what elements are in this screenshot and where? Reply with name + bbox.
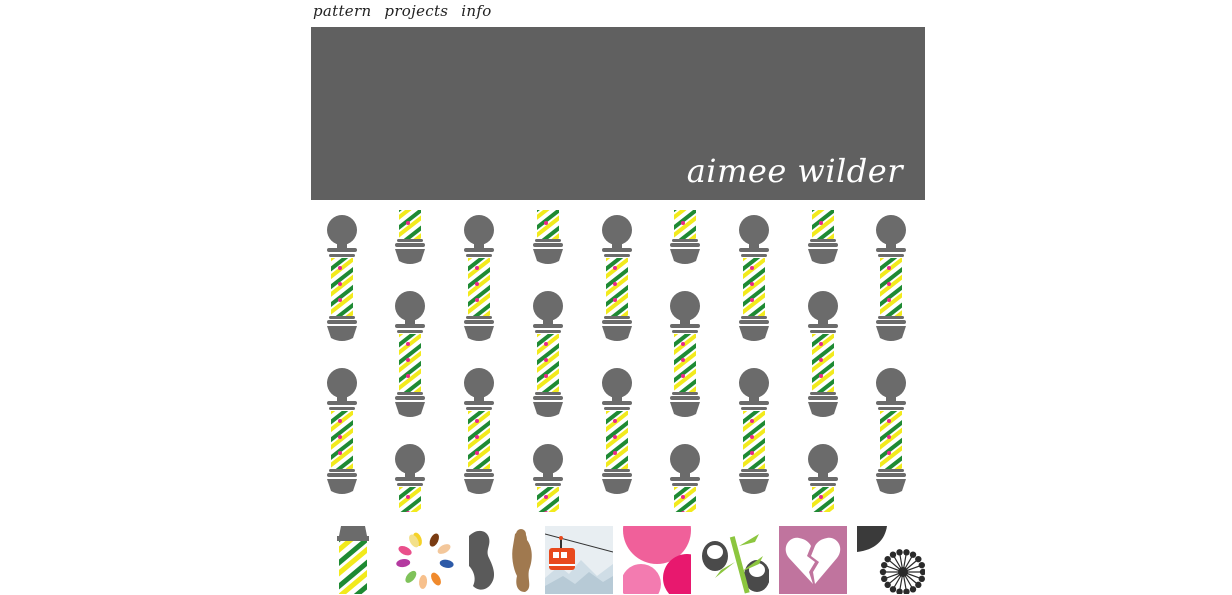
dandelion-thumb-icon[interactable]: [857, 526, 925, 594]
broken-heart-thumb-icon[interactable]: [779, 526, 847, 594]
petal-burst-thumb-icon[interactable]: [389, 526, 457, 594]
barber-pole-thumb-icon[interactable]: [311, 526, 379, 594]
pattern-illustration: [327, 210, 906, 512]
panda-bamboo-thumb-icon[interactable]: [701, 526, 769, 594]
nav-projects-link[interactable]: projects: [384, 2, 448, 24]
site-title[interactable]: aimee wilder: [687, 152, 903, 190]
barber-pole-icon: [876, 215, 906, 341]
figures-thumb-icon[interactable]: [467, 526, 535, 594]
pink-circles-thumb-icon[interactable]: [623, 526, 691, 594]
page-container: pattern projects info aimee wilder: [311, 0, 925, 595]
barber-pole-icon: [876, 368, 906, 494]
cable-car-thumb-icon[interactable]: [545, 526, 613, 594]
barber-pole-pattern: [311, 210, 925, 512]
nav-pattern-link[interactable]: pattern: [313, 2, 371, 24]
project-thumbnails: [311, 526, 925, 594]
header-banner: aimee wilder: [311, 27, 925, 200]
nav-info-link[interactable]: info: [461, 2, 491, 24]
top-nav: pattern projects info: [313, 2, 492, 24]
